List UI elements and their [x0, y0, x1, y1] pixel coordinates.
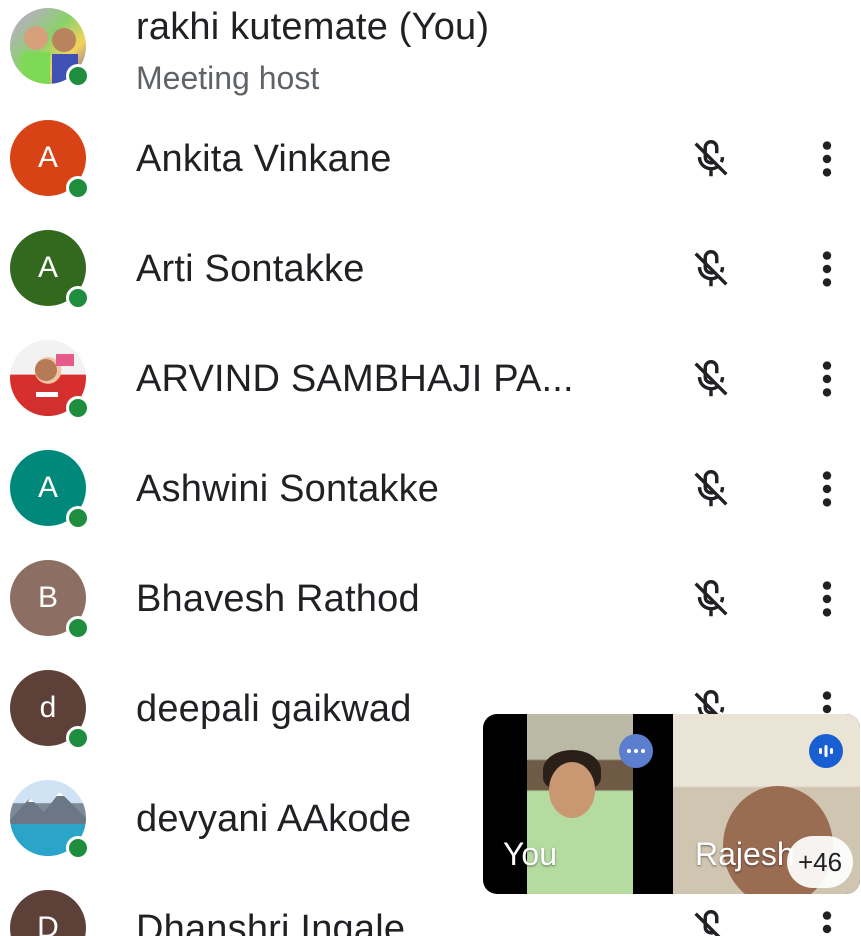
more-vert-icon[interactable] — [812, 466, 842, 512]
mic-off-icon[interactable] — [688, 466, 734, 512]
participant-name: ARVIND SAMBHAJI PA... — [136, 358, 574, 400]
avatar-initial: B — [37, 581, 58, 614]
audio-level-icon — [819, 745, 833, 757]
participant-name: Ashwini Sontakke — [136, 468, 440, 510]
participant-name: devyani AAkode — [136, 798, 412, 840]
participant-row[interactable]: B Bhavesh Rathod — [0, 544, 861, 654]
avatar-initial: A — [37, 251, 58, 284]
online-status-dot — [66, 286, 90, 310]
avatar-initial: A — [37, 471, 58, 504]
participant-row[interactable]: A Ashwini Sontakke — [0, 434, 861, 544]
pip-video-tile[interactable]: You Rajesh +46 — [483, 714, 860, 894]
mic-off-icon[interactable] — [688, 906, 734, 936]
more-options-icon[interactable] — [619, 734, 653, 768]
participant-name: Ankita Vinkane — [136, 138, 392, 180]
more-vert-icon[interactable] — [812, 576, 842, 622]
speaking-indicator-icon — [809, 734, 843, 768]
online-status-dot — [66, 64, 90, 88]
online-status-dot — [66, 616, 90, 640]
participant-row[interactable]: ARVIND SAMBHAJI PA... — [0, 324, 861, 434]
avatar-initial: d — [39, 691, 57, 724]
more-vert-icon[interactable] — [812, 356, 842, 402]
pip-speaker-label: Rajesh — [695, 836, 795, 872]
mic-off-icon[interactable] — [688, 356, 734, 402]
participant-row[interactable]: A Ankita Vinkane — [0, 104, 861, 214]
dots-horizontal-icon — [627, 749, 645, 753]
more-vert-icon[interactable] — [812, 246, 842, 292]
more-vert-icon[interactable] — [812, 906, 842, 936]
self-video-face — [549, 762, 595, 818]
more-participants-count[interactable]: +46 — [787, 836, 853, 888]
participant-role: Meeting host — [136, 60, 320, 96]
online-status-dot — [66, 506, 90, 530]
mic-off-icon[interactable] — [688, 136, 734, 182]
mic-off-icon[interactable] — [688, 246, 734, 292]
avatar-initial: A — [37, 141, 58, 174]
online-status-dot — [66, 176, 90, 200]
pip-self-label: You — [503, 836, 557, 872]
participant-name: Dhanshri Ingale — [136, 908, 406, 936]
more-vert-icon[interactable] — [812, 136, 842, 182]
online-status-dot — [66, 726, 90, 750]
participant-name: Bhavesh Rathod — [136, 578, 420, 620]
participant-name: deepali gaikwad — [136, 688, 412, 730]
participant-row[interactable]: A Arti Sontakke — [0, 214, 861, 324]
online-status-dot — [66, 836, 90, 860]
mic-off-icon[interactable] — [688, 576, 734, 622]
avatar-initial: D — [37, 911, 59, 936]
online-status-dot — [66, 396, 90, 420]
participant-row-host[interactable]: rakhi kutemate (You) Meeting host — [0, 0, 861, 110]
participant-name: rakhi kutemate (You) — [136, 6, 490, 48]
participant-name: Arti Sontakke — [136, 248, 365, 290]
participant-avatar: D — [10, 890, 86, 936]
